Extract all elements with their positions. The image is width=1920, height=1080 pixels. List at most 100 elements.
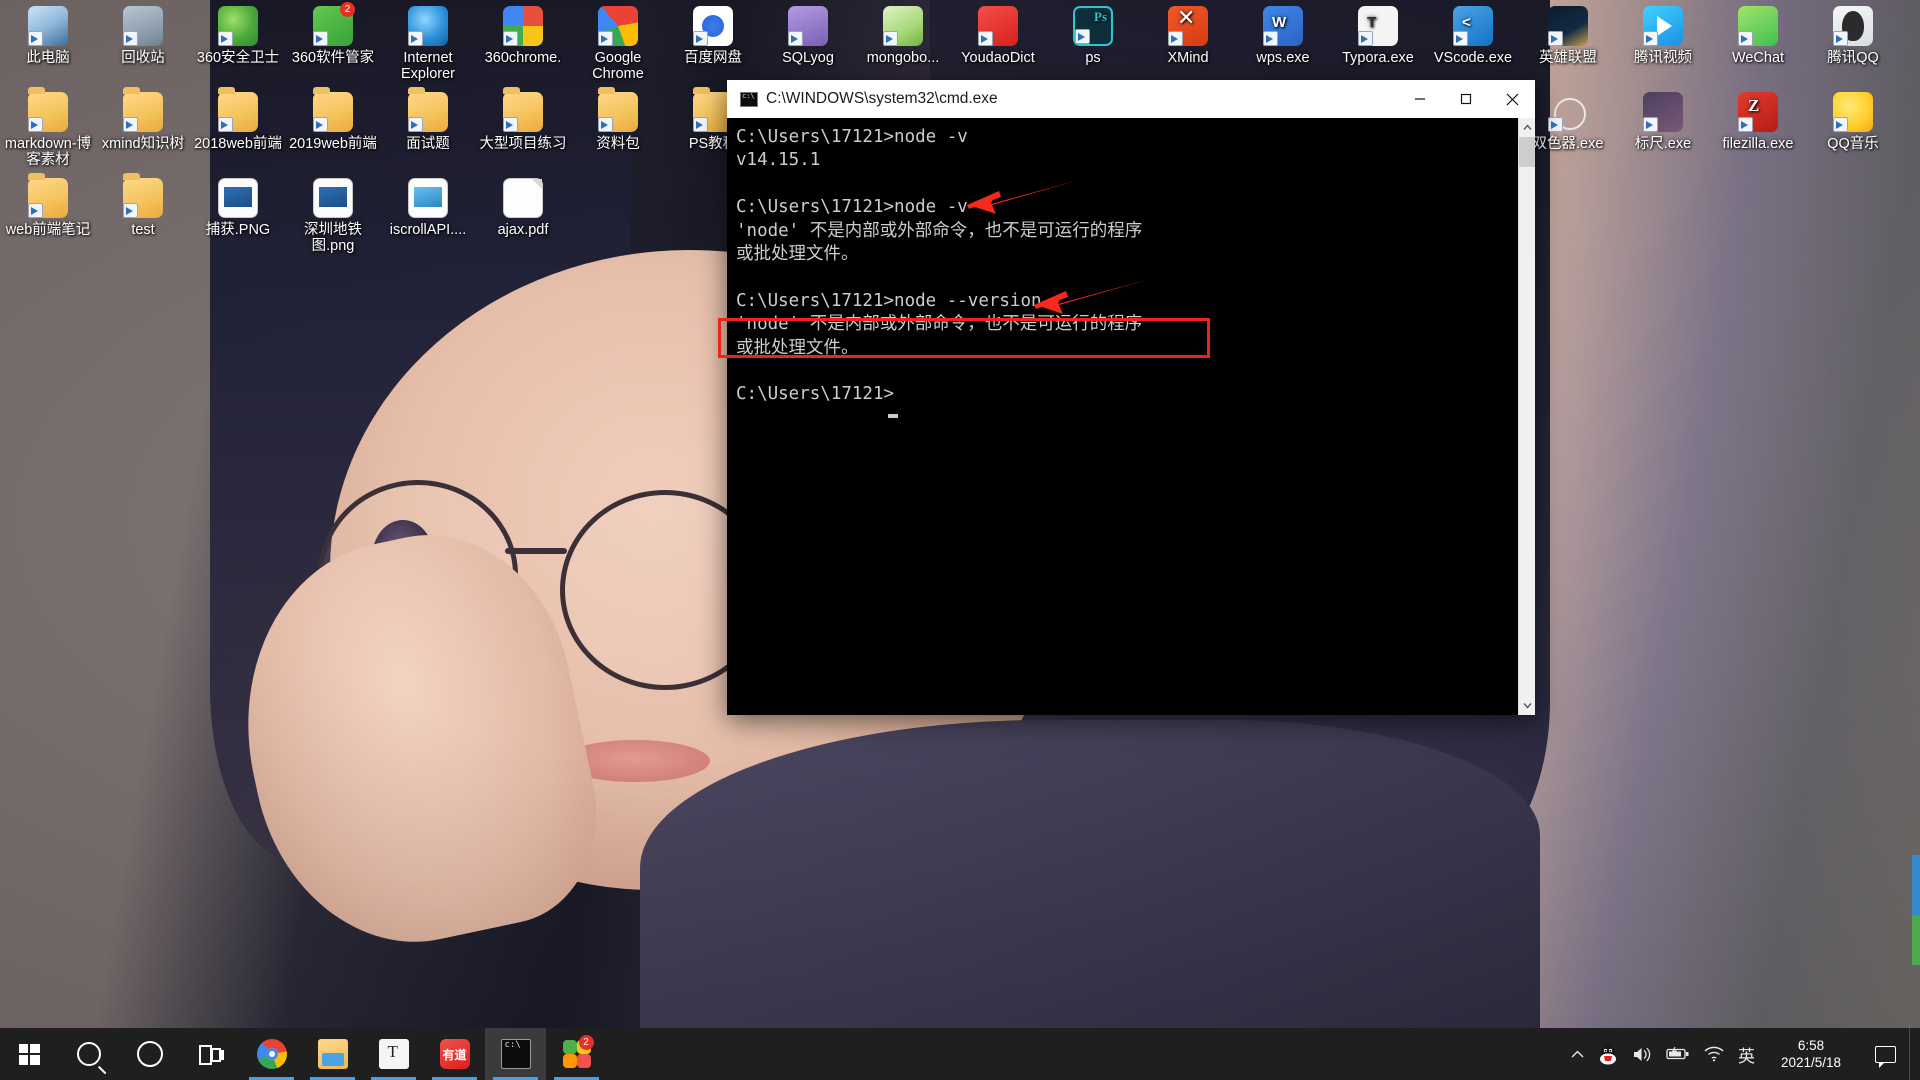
- desktop-icon-ruler[interactable]: 标尺.exe: [1615, 92, 1711, 153]
- desktop-icon-wechat[interactable]: WeChat: [1710, 6, 1806, 67]
- taskbar[interactable]: 有道 2: [0, 1028, 1920, 1080]
- desktop-icon-baidu-netdisk[interactable]: 百度网盘: [665, 6, 761, 67]
- cmd-window[interactable]: C:\WINDOWS\system32\cmd.exe C:\Users\171…: [727, 80, 1535, 715]
- apps-badge: 2: [578, 1035, 594, 1050]
- desktop-icon-ajax-pdf[interactable]: ajax.pdf: [475, 178, 571, 239]
- cmd-console-text: C:\Users\17121>node -v v14.15.1 C:\Users…: [736, 127, 1143, 405]
- 360-security-icon: [218, 6, 258, 46]
- vscode-icon: <: [1453, 6, 1493, 46]
- desktop-icon-qq-music[interactable]: QQ音乐: [1805, 92, 1901, 153]
- desktop-icon-vscode[interactable]: < VScode.exe: [1425, 6, 1521, 67]
- scroll-up-icon[interactable]: [1519, 118, 1535, 137]
- desktop-icon-test[interactable]: test: [95, 173, 191, 239]
- maximize-button[interactable]: [1443, 80, 1489, 118]
- cmd-icon: [500, 1039, 531, 1069]
- desktop-icon-360-security[interactable]: 360安全卫士: [190, 6, 286, 67]
- folder-icon: [408, 87, 448, 132]
- youdao-icon: 有道: [439, 1039, 470, 1069]
- clock-date: 2021/5/18: [1780, 1055, 1842, 1070]
- tray-qq-icon[interactable]: [1591, 1028, 1625, 1080]
- desktop-icon-shenzhen-metro-map[interactable]: 深圳地铁图.png: [285, 178, 381, 254]
- typora-icon: [378, 1039, 409, 1069]
- desktop-icon-large-project-practice[interactable]: 大型项目练习: [475, 87, 571, 153]
- desktop-icon-google-chrome[interactable]: Google Chrome: [570, 6, 666, 82]
- desktop-icon-360chrome[interactable]: 360chrome.: [475, 6, 571, 67]
- desktop-icon-youdao-dict[interactable]: YoudaoDict: [950, 6, 1046, 67]
- tray-battery-icon[interactable]: [1659, 1028, 1697, 1080]
- desktop-icon-filezilla[interactable]: Z filezilla.exe: [1710, 92, 1806, 153]
- desktop-icon-iscroll-api[interactable]: iscrollAPI....: [380, 178, 476, 239]
- desktop-icon-xmind[interactable]: ✕ XMind: [1140, 6, 1236, 67]
- desktop-icon-web-frontend-notes[interactable]: web前端笔记: [0, 173, 96, 239]
- desktop-icon-photoshop[interactable]: Ps ps: [1045, 6, 1141, 67]
- baidu-netdisk-icon: [693, 6, 733, 46]
- close-button[interactable]: [1489, 80, 1535, 118]
- taskbar-cortana-button[interactable]: [119, 1028, 180, 1080]
- show-desktop-button[interactable]: [1909, 1028, 1920, 1080]
- desktop-icon-mongodb[interactable]: mongobo...: [855, 6, 951, 67]
- folder-icon: [313, 87, 353, 132]
- tray-network-icon[interactable]: [1697, 1028, 1731, 1080]
- taskbar-cmd-button[interactable]: [485, 1028, 546, 1080]
- desktop-icon-wps[interactable]: W wps.exe: [1235, 6, 1331, 67]
- taskbar-chrome-button[interactable]: [241, 1028, 302, 1080]
- desktop-icon-2018web[interactable]: 2018web前端: [190, 87, 286, 153]
- taskbar-search-button[interactable]: [58, 1028, 119, 1080]
- desktop-icon-recycle-bin[interactable]: 回收站: [95, 6, 191, 67]
- cmd-scrollbar[interactable]: [1518, 118, 1535, 715]
- desktop-icon-materials[interactable]: 资料包: [570, 87, 666, 153]
- mongodb-compass-icon: [883, 6, 923, 46]
- taskbar-clock[interactable]: 6:58 2021/5/18: [1762, 1028, 1862, 1080]
- desktop-icon-360-software-manager[interactable]: 2 360软件管家: [285, 2, 381, 67]
- folder-icon: [123, 173, 163, 218]
- desktop-icon-league-of-legends[interactable]: 英雄联盟: [1520, 6, 1616, 67]
- filezilla-icon: Z: [1738, 92, 1778, 132]
- document-file-icon: [503, 178, 543, 218]
- desktop-icon-this-pc[interactable]: 此电脑: [0, 6, 96, 67]
- minimize-button[interactable]: [1397, 80, 1443, 118]
- ruler-icon: [1643, 92, 1683, 132]
- tray-ime-icon[interactable]: 英: [1731, 1028, 1762, 1080]
- tray-chevron-up-icon[interactable]: [1564, 1028, 1591, 1080]
- start-button[interactable]: [0, 1028, 58, 1080]
- taskbar-task-view-button[interactable]: [180, 1028, 241, 1080]
- desktop-icon-2019web[interactable]: 2019web前端: [285, 87, 381, 153]
- taskbar-apps-button[interactable]: 2: [546, 1028, 607, 1080]
- desktop-icon-xmind-tree[interactable]: xmind知识树: [95, 87, 191, 153]
- image-file-icon: [313, 178, 353, 218]
- system-tray[interactable]: 英 6:58 2021/5/18: [1564, 1028, 1920, 1080]
- annotation-arrow-1: [967, 180, 1079, 214]
- desktop-icon-interview-questions[interactable]: 面试题: [380, 87, 476, 153]
- cmd-title-bar[interactable]: C:\WINDOWS\system32\cmd.exe: [727, 80, 1535, 118]
- desktop-icon-typora[interactable]: T Typora.exe: [1330, 6, 1426, 67]
- file-explorer-icon: [317, 1039, 348, 1069]
- desktop-icon-capture-png[interactable]: 捕获.PNG: [190, 178, 286, 239]
- cmd-console-body[interactable]: C:\Users\17121>node -v v14.15.1 C:\Users…: [727, 118, 1535, 715]
- scroll-down-icon[interactable]: [1519, 696, 1535, 715]
- taskbar-typora-button[interactable]: [363, 1028, 424, 1080]
- desktop-icon-internet-explorer[interactable]: Internet Explorer: [380, 6, 476, 82]
- chrome-icon: [256, 1039, 287, 1069]
- taskbar-file-explorer-button[interactable]: [302, 1028, 363, 1080]
- action-center-button[interactable]: [1862, 1028, 1909, 1080]
- google-chrome-icon: [598, 6, 638, 46]
- folder-icon: [218, 87, 258, 132]
- cmd-caret: [888, 414, 898, 418]
- desktop-icon-tencent-video[interactable]: 腾讯视频: [1615, 6, 1711, 67]
- xmind-icon: ✕: [1168, 6, 1208, 46]
- photoshop-icon: Ps: [1073, 6, 1113, 46]
- 360-software-manager-icon: 2: [313, 2, 355, 46]
- tray-volume-icon[interactable]: [1625, 1028, 1659, 1080]
- scrollbar-thumb[interactable]: [1519, 137, 1535, 167]
- windows-logo-icon: [18, 1043, 40, 1065]
- desktop-icon-markdown-blog[interactable]: markdown-博客素材: [0, 87, 96, 168]
- taskbar-youdao-button[interactable]: 有道: [424, 1028, 485, 1080]
- typora-icon: T: [1358, 6, 1398, 46]
- image-file-icon: [218, 178, 258, 218]
- desktop[interactable]: 此电脑 回收站 360安全卫士 2 360软件管家 Internet Explo…: [0, 0, 1920, 1080]
- desktop-icon-tencent-qq[interactable]: 腾讯QQ: [1805, 6, 1901, 67]
- icon-badge: 2: [340, 2, 355, 17]
- cortana-icon: [136, 1041, 163, 1067]
- tencent-video-icon: [1643, 6, 1683, 46]
- desktop-icon-sqlyog[interactable]: SQLyog: [760, 6, 856, 67]
